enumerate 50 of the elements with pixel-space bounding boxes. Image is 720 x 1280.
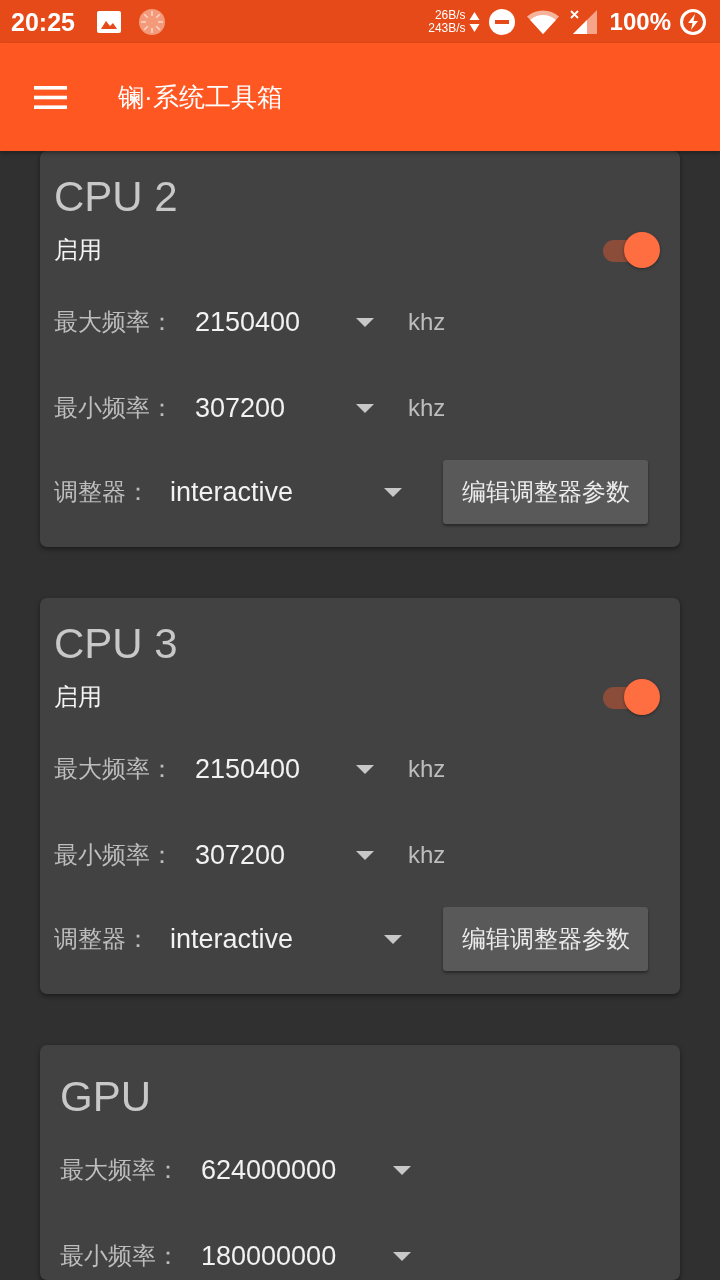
field-label: 调整器： — [54, 924, 151, 954]
field-label: 最小频率： — [54, 393, 175, 423]
unit-label: khz — [408, 307, 446, 337]
battery-percent: 100% — [609, 7, 671, 36]
caret-icon — [393, 1251, 411, 1261]
frequency-dropdown[interactable]: 624000000 — [201, 1148, 415, 1192]
field-label: 最小频率： — [60, 1241, 181, 1271]
enable-switch[interactable] — [602, 232, 660, 268]
enable-switch[interactable] — [602, 679, 660, 715]
frequency-dropdown[interactable]: 307200 — [195, 833, 378, 877]
caret-icon — [356, 764, 374, 774]
app-title: 镧·系统工具箱 — [118, 81, 283, 114]
unit-label: khz — [408, 840, 446, 870]
unit-label: khz — [408, 754, 446, 784]
field-label: 最小频率： — [54, 840, 175, 870]
up-down-arrows-icon — [468, 10, 480, 33]
caret-icon — [356, 403, 374, 413]
unit-label: khz — [408, 393, 446, 423]
frequency-dropdown[interactable]: 2150400 — [195, 300, 378, 344]
frequency-dropdown[interactable]: 2150400 — [195, 747, 378, 791]
caret-icon — [393, 1165, 411, 1175]
wifi-icon — [526, 9, 559, 34]
card-title: CPU 2 — [54, 173, 178, 221]
card-title: CPU 3 — [54, 620, 178, 668]
image-icon — [96, 10, 121, 33]
download-speed: 243B/s — [428, 21, 466, 35]
governor-dropdown[interactable]: interactive — [170, 917, 406, 961]
spinner-icon — [138, 8, 165, 35]
card-title: GPU — [60, 1073, 151, 1121]
caret-icon — [384, 934, 402, 944]
governor-dropdown[interactable]: interactive — [170, 470, 406, 514]
menu-icon — [34, 85, 67, 109]
field-label: 调整器： — [54, 477, 151, 507]
signal-icon — [568, 9, 597, 34]
caret-icon — [384, 487, 402, 497]
field-label: 最大频率： — [54, 307, 175, 337]
field-label: 最大频率： — [54, 754, 175, 784]
battery-charging-icon — [680, 8, 706, 35]
enable-label: 启用 — [54, 682, 102, 712]
enable-label: 启用 — [54, 235, 102, 265]
upload-speed: 26B/s — [434, 8, 466, 22]
do-not-disturb-icon — [488, 8, 515, 35]
edit-governor-button[interactable]: 编辑调整器参数 — [443, 460, 648, 524]
clock: 20:25 — [11, 6, 75, 37]
caret-icon — [356, 317, 374, 327]
frequency-dropdown[interactable]: 180000000 — [201, 1234, 415, 1278]
frequency-dropdown[interactable]: 307200 — [195, 386, 378, 430]
caret-icon — [356, 850, 374, 860]
field-label: 最大频率： — [60, 1155, 181, 1185]
edit-governor-button[interactable]: 编辑调整器参数 — [443, 907, 648, 971]
